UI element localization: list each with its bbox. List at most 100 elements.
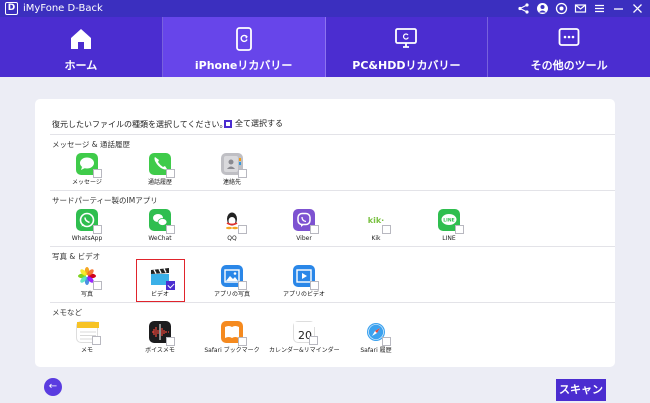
wechat-icon [149,209,175,234]
back-button[interactable]: ← [44,378,62,396]
phone-recovery-icon [235,27,252,51]
divider [50,246,615,247]
tile-qq[interactable]: QQ [197,209,267,242]
tile-label: カレンダー&リマインダー [269,347,340,354]
tab-pc-hdd-recovery[interactable]: PC&HDDリカバリー [326,17,489,77]
tile-label: メモ [80,347,93,354]
tab-other-tools[interactable]: その他のツール [488,17,650,77]
app-title: iMyFone D-Back [23,3,103,14]
tile-line[interactable]: LINE LINE [414,209,484,242]
book-icon [221,321,247,346]
checkbox[interactable] [310,281,319,290]
tile-label: 連絡先 [222,179,241,186]
divider [50,302,615,303]
notes-icon [76,321,101,345]
tab-iphone-recovery-label: iPhoneリカバリー [194,59,293,72]
checkbox[interactable] [238,225,247,234]
share-icon[interactable] [517,2,530,15]
tile-viber[interactable]: Viber [269,209,339,242]
account-icon[interactable] [536,2,549,15]
section-title-im-apps: サードパーティー製のIMアプリ [52,196,158,205]
checkbox[interactable] [92,336,101,345]
tile-label: 通話履歴 [147,179,172,186]
tab-pc-hdd-recovery-label: PC&HDDリカバリー [352,59,461,72]
tile-label: Safari 履歴 [360,347,392,354]
tab-home-label: ホーム [64,59,98,72]
checkbox[interactable] [93,169,102,178]
tile-label: ボイスメモ [145,347,175,354]
qq-icon [221,209,247,234]
tile-calendar-reminders[interactable]: 20 カレンダー&リマインダー [269,321,340,354]
viber-icon [293,209,319,234]
checkbox[interactable] [238,169,247,178]
tools-icon [558,28,580,46]
tile-wechat[interactable]: WeChat [125,209,195,242]
phone-icon [149,153,175,178]
tile-kik[interactable]: kik· Kik [341,209,411,242]
menu-icon[interactable] [593,2,606,15]
checkbox[interactable] [93,281,102,290]
messages-icon [76,153,102,178]
voice-memo-icon [149,321,175,346]
scan-button[interactable]: スキャン [556,379,606,401]
title-bar: D iMyFone D-Back [0,0,650,17]
section-title-photos-videos: 写真 & ビデオ [52,252,101,261]
tile-contacts[interactable]: 連絡先 [197,153,267,186]
checkbox[interactable] [166,169,175,178]
tile-call-history[interactable]: 通話履歴 [125,153,195,186]
select-all-label: 全て選択する [235,119,283,128]
checkbox[interactable] [238,281,247,290]
checkbox[interactable] [166,337,175,346]
kik-icon: kik· [365,209,391,234]
line-icon: LINE [438,209,464,234]
safari-icon [365,321,391,346]
checkbox[interactable] [238,337,247,346]
line-icon-text: LINE [443,218,454,224]
section-title-notes: メモなど [52,308,82,317]
video-play-icon [293,265,319,290]
checkbox[interactable] [309,336,318,345]
mail-icon[interactable] [574,2,587,15]
tile-messages[interactable]: メッセージ [52,153,122,186]
tile-safari-bookmarks[interactable]: Safari ブックマーク [197,321,267,354]
tab-home[interactable]: ホーム [0,17,163,77]
pc-recovery-icon [395,28,418,48]
tile-label: アプリのビデオ [282,291,325,298]
minimize-icon[interactable] [612,2,625,15]
checkbox[interactable] [382,225,391,234]
tile-app-videos[interactable]: アプリのビデオ [269,265,339,298]
section-title-messages: メッセージ & 通話履歴 [52,140,130,149]
checkbox[interactable] [93,225,102,234]
photos-icon [76,265,102,290]
tile-notes[interactable]: メモ [52,321,122,354]
settings-icon[interactable] [555,2,568,15]
tile-whatsapp[interactable]: WhatsApp [52,209,122,242]
tile-label: WhatsApp [71,235,103,242]
checkbox[interactable] [455,225,464,234]
calendar-icon: 20 [293,321,318,345]
tile-label: Safari ブックマーク [204,347,260,354]
image-icon [221,265,247,290]
tile-voice-memos[interactable]: ボイスメモ [125,321,195,354]
tile-safari-history[interactable]: Safari 履歴 [341,321,411,354]
tile-app-photos[interactable]: アプリの写真 [197,265,267,298]
select-prompt: 復元したいファイルの種類を選択してください。 [52,120,228,129]
whatsapp-icon [76,209,102,234]
main-nav: ホーム iPhoneリカバリー PC&HDDリカバリー その他のツール [0,17,650,77]
checkbox[interactable] [382,337,391,346]
contacts-icon [221,153,247,178]
checkbox[interactable] [310,225,319,234]
app-logo: D [5,2,18,15]
tab-other-tools-label: その他のツール [530,59,608,72]
tile-label: 写真 [80,291,93,298]
select-all-checkbox[interactable] [224,119,232,128]
close-icon[interactable] [631,2,644,15]
tile-label: LINE [442,235,456,242]
kik-icon-text: kik· [368,216,384,225]
home-icon [70,29,91,49]
checkbox[interactable] [166,225,175,234]
select-all[interactable]: 全て選択する [224,118,283,129]
tile-label: Kik [371,235,381,242]
tile-photos[interactable]: 写真 [52,265,122,298]
tab-iphone-recovery[interactable]: iPhoneリカバリー [162,17,326,77]
